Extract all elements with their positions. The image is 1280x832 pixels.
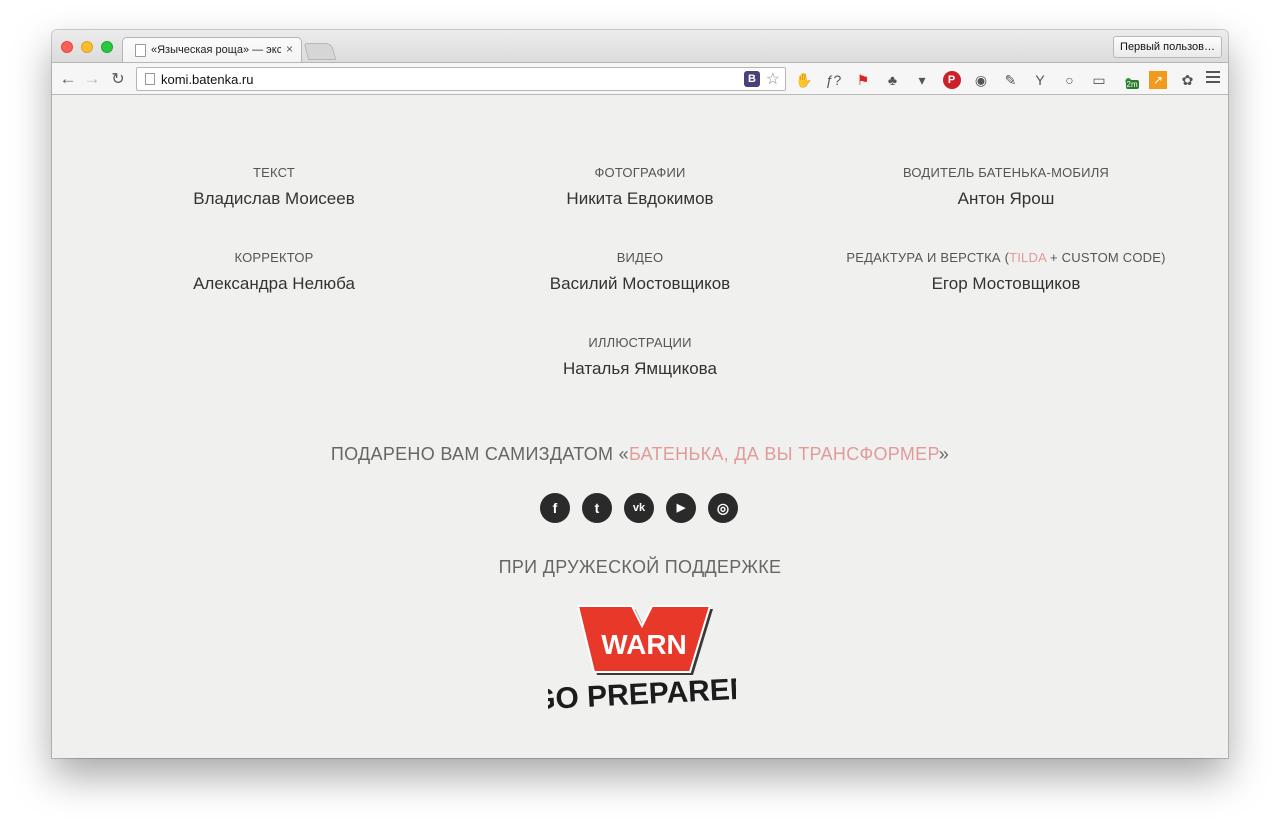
tab-strip: «Языческая роща» — экс × Первый пользов… — [52, 30, 1228, 63]
twitter-icon[interactable]: t — [582, 493, 612, 523]
credit-editing: Редактура и верстка (Tilda + custom code… — [826, 250, 1186, 294]
pinterest-icon[interactable]: P — [942, 71, 961, 89]
bookmark-star-icon[interactable]: ☆ — [766, 69, 780, 89]
credit-role: Текст — [253, 165, 295, 180]
credit-name: Егор Мостовщиков — [931, 274, 1081, 293]
menu-icon[interactable] — [1206, 71, 1220, 85]
tilda-link[interactable]: Tilda — [1009, 250, 1046, 265]
hand-stop-icon[interactable]: ✋ — [795, 71, 813, 89]
credit-name: Наталья Ямщикова — [563, 359, 717, 378]
browser-window: «Языческая роща» — экс × Первый пользов…… — [52, 30, 1228, 758]
close-window-button[interactable] — [61, 41, 73, 53]
minimize-window-button[interactable] — [81, 41, 93, 53]
y-icon[interactable]: Y — [1031, 71, 1049, 89]
tab-title: «Языческая роща» — экс — [151, 44, 281, 56]
page-content: Текст Владислав Моисеев Фотографии Никит… — [52, 95, 1228, 758]
credit-role: Иллюстрации — [588, 335, 692, 350]
forward-button[interactable]: → — [82, 69, 102, 89]
timer-icon[interactable]: ●2m — [1120, 71, 1139, 89]
gift-prefix: ПОДАРЕНО ВАМ САМИЗДАТОМ « — [330, 444, 629, 464]
publisher-line: ПОДАРЕНО ВАМ САМИЗДАТОМ «БАТЕНЬКА, ДА ВЫ… — [52, 444, 1228, 465]
credit-role: Фотографии — [594, 165, 686, 180]
warn-logo[interactable]: WARN GO PREPARED — [548, 602, 736, 714]
tab-close-icon[interactable]: × — [286, 42, 293, 56]
support-label: ПРИ ДРУЖЕСКОЙ ПОДДЕРЖКЕ — [498, 557, 782, 577]
page-icon — [145, 73, 155, 85]
font-finder-icon[interactable]: ƒ? — [825, 71, 843, 89]
credit-name: Василий Мостовщиков — [549, 274, 731, 293]
timer-badge: 2m — [1125, 80, 1139, 89]
reload-button[interactable]: ↻ — [108, 69, 128, 89]
role-prefix: Редактура и верстка ( — [846, 250, 1010, 265]
credit-driver: Водитель Батенька-мобиля Антон Ярош — [826, 165, 1186, 209]
profile-button[interactable]: Первый пользов… — [1113, 36, 1222, 58]
evernote-icon[interactable]: ♣ — [884, 71, 902, 89]
url-text[interactable]: komi.batenka.ru — [161, 72, 254, 87]
reader-icon[interactable]: ▭ — [1090, 71, 1108, 89]
credit-name: Антон Ярош — [957, 189, 1055, 208]
warn-brand-text: WARN — [601, 629, 687, 660]
role-suffix: + custom code) — [1046, 250, 1166, 265]
credit-role: Видео — [616, 250, 664, 265]
credit-role: Корректор — [234, 250, 314, 265]
camera-icon[interactable]: ◉ — [972, 71, 990, 89]
browser-toolbar: ← → ↻ komi.batenka.ru B ☆ ✋ ƒ? ⚑ ♣ ▾ P ◉ ✎ Y ○ ▭ ●2… — [52, 62, 1228, 95]
instagram-icon[interactable]: ◎ — [708, 493, 738, 523]
gift-suffix: » — [938, 444, 950, 464]
credit-illustrations: Иллюстрации Наталья Ямщикова — [460, 335, 820, 379]
youtube-icon[interactable]: ▶ — [666, 493, 696, 523]
credit-video: Видео Василий Мостовщиков — [460, 250, 820, 294]
credit-photo: Фотографии Никита Евдокимов — [460, 165, 820, 209]
pocket-icon[interactable]: ▾ — [913, 71, 931, 89]
zoom-window-button[interactable] — [101, 41, 113, 53]
tab-active[interactable]: «Языческая роща» — экс × — [122, 37, 302, 63]
warn-tagline-text: GO PREPARED — [548, 672, 736, 714]
credit-name: Никита Евдокимов — [566, 189, 714, 208]
vk-icon[interactable]: vk — [624, 493, 654, 523]
address-bar[interactable]: komi.batenka.ru B ☆ — [136, 67, 786, 91]
paw-icon[interactable]: ✿ — [1179, 71, 1197, 89]
back-button[interactable]: ← — [58, 69, 78, 89]
credit-name: Владислав Моисеев — [193, 189, 355, 208]
credit-proofreader: Корректор Александра Нелюба — [94, 250, 454, 294]
publisher-link[interactable]: БАТЕНЬКА, ДА ВЫ ТРАНСФОРМЕР — [629, 444, 939, 464]
credit-name: Александра Нелюба — [193, 274, 355, 293]
credit-role: Водитель Батенька-мобиля — [902, 165, 1110, 180]
bootstrap-extension-icon[interactable]: B — [744, 71, 760, 87]
refresh-circle-icon[interactable]: ○ — [1061, 71, 1079, 89]
new-tab-button[interactable] — [303, 43, 337, 60]
credit-text: Текст Владислав Моисеев — [94, 165, 454, 209]
page-icon — [135, 44, 146, 57]
flag-icon[interactable]: ⚑ — [854, 71, 872, 89]
eyedropper-icon[interactable]: ✎ — [1002, 71, 1020, 89]
facebook-icon[interactable]: f — [540, 493, 570, 523]
credit-role: Редактура и верстка (Tilda + custom code… — [826, 250, 1186, 265]
analytics-icon[interactable]: ↗ — [1149, 71, 1167, 89]
